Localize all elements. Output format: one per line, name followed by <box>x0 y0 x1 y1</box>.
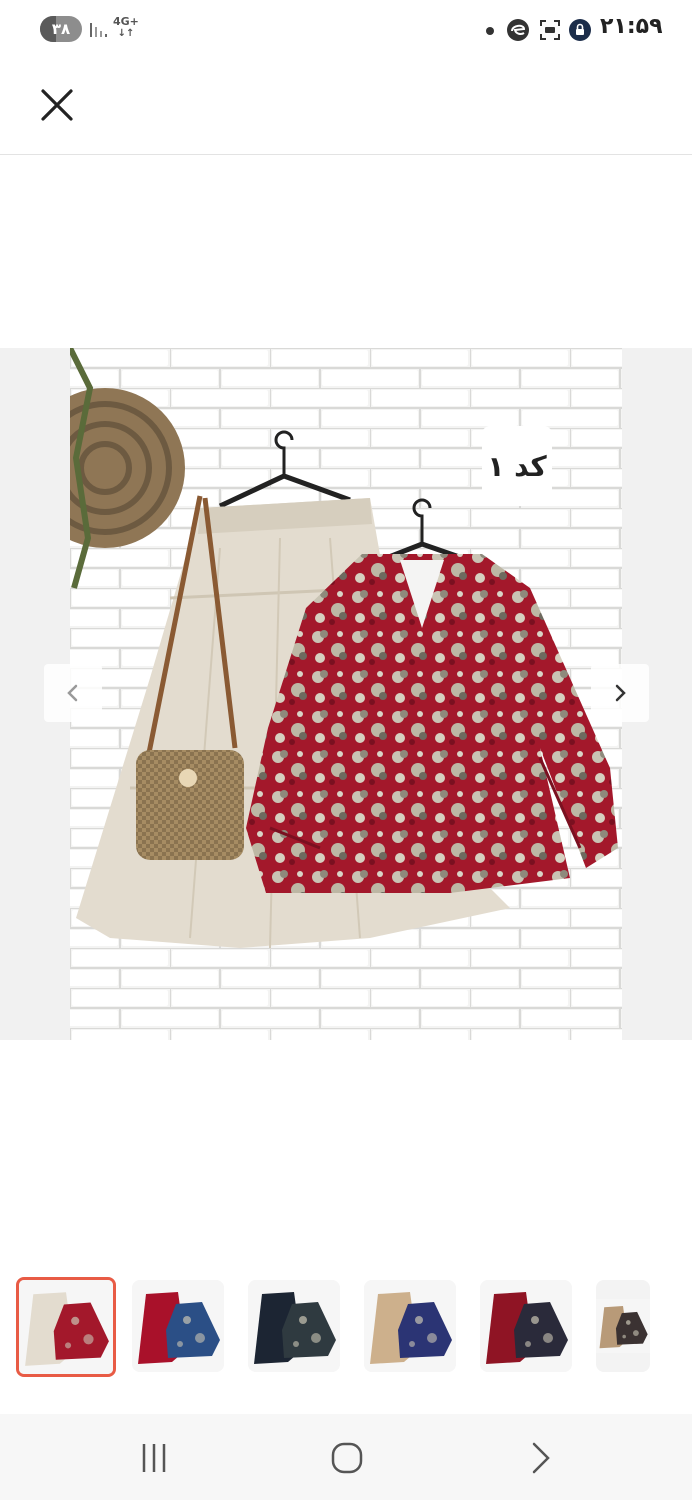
thumbnail-image <box>248 1280 340 1372</box>
back-icon[interactable] <box>520 1440 560 1476</box>
vpn-lock-icon <box>569 19 591 41</box>
network-label: 4G+ <box>113 15 139 28</box>
thumbnail-strip[interactable] <box>0 1276 692 1380</box>
status-bar: ۳۸ 4G+ ↓↑ ۲۱:۵۹ <box>0 0 692 54</box>
network-type: 4G+ ↓↑ <box>113 16 139 40</box>
thumbnail-image <box>480 1280 572 1372</box>
chevron-right-icon <box>615 684 626 702</box>
screenshot-icon <box>540 20 560 40</box>
product-photo-illustration: کد ۱ <box>70 348 622 1040</box>
thumbnail-red-skirt-black-floral-top[interactable] <box>480 1280 572 1372</box>
previous-image-button[interactable] <box>44 664 102 722</box>
signal-icon <box>90 23 107 37</box>
thumbnail-image <box>596 1299 650 1353</box>
thumbnail-navy-skirt-dark-floral-top[interactable] <box>248 1280 340 1372</box>
image-gallery[interactable]: کد ۱ <box>0 348 692 1040</box>
thumbnail-beige-skirt-navy-floral-top[interactable] <box>364 1280 456 1372</box>
product-photo: کد ۱ <box>70 348 622 1040</box>
thumbnail-red-skirt-blue-floral-top[interactable] <box>132 1280 224 1372</box>
edge-app-icon <box>507 19 529 41</box>
image-code-label: کد ۱ <box>487 450 547 483</box>
thumbnail-image <box>364 1280 456 1372</box>
data-arrows-icon: ↓↑ <box>117 28 135 39</box>
thumbnail-image <box>132 1280 224 1372</box>
viewer-header <box>0 54 692 155</box>
next-image-button[interactable] <box>591 664 649 722</box>
thumbnail-cream-skirt-red-floral-top[interactable] <box>16 1277 116 1377</box>
system-navigation-bar <box>0 1414 692 1500</box>
recents-icon[interactable] <box>134 1440 174 1476</box>
close-icon[interactable] <box>36 84 78 126</box>
battery-indicator: ۳۸ <box>40 16 82 42</box>
home-icon[interactable] <box>327 1440 367 1476</box>
clock: ۲۱:۵۹ <box>600 14 663 39</box>
thumbnail-beige-skirt-partial[interactable] <box>596 1280 650 1372</box>
dot-icon <box>486 27 494 35</box>
battery-level-text: ۳۸ <box>51 20 71 38</box>
thumbnail-image <box>19 1280 113 1374</box>
chevron-left-icon <box>67 684 78 702</box>
